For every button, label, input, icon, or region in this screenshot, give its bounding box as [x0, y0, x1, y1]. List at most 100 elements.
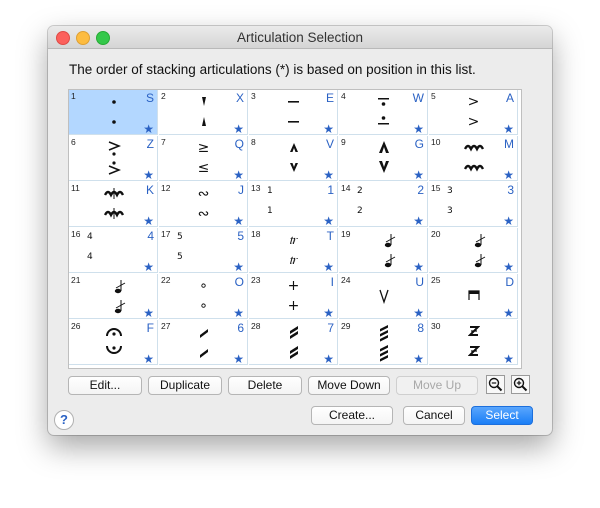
marcato-large-symbol	[339, 140, 427, 158]
stacking-star-icon: ★	[503, 352, 514, 365]
articulation-cell[interactable]: 20 ★	[429, 228, 518, 273]
trill-tr-symbol: 𝆖	[289, 232, 298, 248]
articulation-cell[interactable]: 4 W ★	[339, 90, 428, 135]
stacking-star-icon: ★	[323, 122, 334, 135]
articulation-cell[interactable]: 21 ★	[69, 274, 158, 319]
articulation-cell[interactable]: 15 3 3 3 ★	[429, 182, 518, 227]
stacking-star-icon: ★	[143, 122, 154, 135]
articulation-cell[interactable]: 12 J ∾ ∾ ★	[159, 182, 248, 227]
stacking-star-icon: ★	[143, 260, 154, 273]
articulation-cell[interactable]: 25 D ★	[429, 274, 518, 319]
stacking-star-icon: ★	[503, 260, 514, 273]
mordent-symbol	[69, 186, 157, 204]
tenuto-staccato-symbol	[339, 94, 427, 112]
stacking-star-icon: ★	[233, 168, 244, 181]
stacking-star-icon: ★	[323, 168, 334, 181]
stacking-star-icon: ★	[503, 122, 514, 135]
accent-symbol: >	[467, 94, 480, 110]
edit-button[interactable]: Edit...	[68, 376, 142, 395]
articulation-cell[interactable]: 6 Z ★	[69, 136, 158, 181]
trill-squiggle-symbol	[429, 140, 517, 158]
articulation-number: 14	[341, 183, 351, 193]
stacking-star-icon: ★	[413, 214, 424, 227]
articulation-cell[interactable]: 8 V ★	[249, 136, 338, 181]
marcato-small-symbol	[249, 140, 337, 158]
articulation-cell[interactable]: 7 Q ≥ ≤ ★	[159, 136, 248, 181]
stacking-star-icon: ★	[503, 306, 514, 319]
accent-tenuto-symbol: ≥	[197, 140, 210, 156]
articulation-selection-dialog: Articulation Selection The order of stac…	[48, 26, 552, 435]
articulation-cell[interactable]: 17 5 5 5 ★	[159, 228, 248, 273]
articulation-cell[interactable]: 1 S ★	[69, 90, 158, 135]
grace-note-symbol	[435, 232, 517, 250]
buzz-z-symbol	[429, 324, 517, 342]
stacking-star-icon: ★	[323, 352, 334, 365]
stacking-star-icon: ★	[143, 214, 154, 227]
tremolo-1-symbol	[159, 324, 247, 342]
tremolo-3-symbol	[339, 324, 427, 342]
move-down-button[interactable]: Move Down	[308, 376, 390, 395]
stacking-star-icon: ★	[143, 306, 154, 319]
articulation-cell[interactable]: 18 T 𝆖 𝆖 ★	[249, 228, 338, 273]
articulation-cell[interactable]: 10 M ★	[429, 136, 518, 181]
fingering-5-symbol: 5	[177, 232, 183, 242]
harmonic-circle-symbol: ∘	[199, 278, 208, 294]
articulation-number: 17	[161, 229, 171, 239]
articulation-cell[interactable]: 16 4 4 4 ★	[69, 228, 158, 273]
stacking-star-icon: ★	[233, 214, 244, 227]
stacking-star-icon: ★	[143, 352, 154, 365]
stacking-star-icon: ★	[233, 122, 244, 135]
articulation-cell[interactable]: 3 E ★	[249, 90, 338, 135]
delete-button[interactable]: Delete	[228, 376, 302, 395]
up-bow-symbol	[339, 288, 427, 306]
articulation-cell[interactable]: 26 F ★	[69, 320, 158, 365]
articulation-cell[interactable]: 9 G ★	[339, 136, 428, 181]
articulation-cell[interactable]: 11 K ★	[69, 182, 158, 227]
stacking-star-icon: ★	[233, 352, 244, 365]
articulation-cell[interactable]: 24 U ★	[339, 274, 428, 319]
create-button[interactable]: Create...	[311, 406, 393, 425]
articulation-cell[interactable]: 22 O ∘ ∘ ★	[159, 274, 248, 319]
articulation-cell[interactable]: 2 X ★	[159, 90, 248, 135]
fingering-1-symbol: 1	[267, 186, 273, 196]
accent-staccato-symbol	[69, 140, 157, 158]
zoom-out-button[interactable]	[486, 375, 505, 394]
stacking-star-icon: ★	[503, 168, 514, 181]
fingering-2-symbol: 2	[357, 186, 363, 196]
articulation-cell[interactable]: 19 ★	[339, 228, 428, 273]
articulation-number: 13	[251, 183, 261, 193]
help-button[interactable]: ?	[54, 410, 74, 430]
stacking-star-icon: ★	[413, 306, 424, 319]
articulation-grid: 1 S ★ 2 X ★ 3 E ★ 4 W ★ 5 A > > ★ 6 Z ★ 7 Q ≥ ≤ ★ 8 V ★ 9 G ★ 10 M ★ 11 K ★ 1…	[68, 89, 522, 369]
window-title: Articulation Selection	[236, 30, 364, 45]
duplicate-button[interactable]: Duplicate	[148, 376, 222, 395]
down-bow-symbol	[429, 288, 517, 306]
stacking-star-icon: ★	[413, 352, 424, 365]
articulation-number: 15	[431, 183, 441, 193]
articulation-cell[interactable]: 29 8 ★	[339, 320, 428, 365]
zoom-in-button[interactable]	[511, 375, 530, 394]
articulation-cell[interactable]: 5 A > > ★	[429, 90, 518, 135]
stacking-star-icon: ★	[143, 168, 154, 181]
turn-symbol: ∾	[197, 186, 210, 202]
move-up-button[interactable]: Move Up	[396, 376, 478, 395]
articulation-cell[interactable]: 28 7 ★	[249, 320, 338, 365]
plus-stopped-symbol: +	[287, 278, 300, 294]
articulation-cell[interactable]: 27 6 ★	[159, 320, 248, 365]
title-bar: Articulation Selection	[48, 26, 552, 49]
articulation-cell[interactable]: 23 I + + ★	[249, 274, 338, 319]
articulation-cell[interactable]: 30 ★	[429, 320, 518, 365]
articulation-cell[interactable]: 13 1 1 1 ★	[249, 182, 338, 227]
select-button[interactable]: Select	[471, 406, 533, 425]
stacking-star-icon: ★	[413, 260, 424, 273]
cancel-button[interactable]: Cancel	[403, 406, 465, 425]
articulation-cell[interactable]: 14 2 2 2 ★	[339, 182, 428, 227]
fermata-symbol	[69, 324, 157, 342]
stacking-star-icon: ★	[413, 168, 424, 181]
stacking-star-icon: ★	[413, 122, 424, 135]
grace-note-symbol	[75, 278, 157, 296]
stacking-star-icon: ★	[503, 214, 514, 227]
stacking-star-icon: ★	[233, 260, 244, 273]
grace-note-symbol	[345, 232, 427, 250]
fingering-4-symbol: 4	[87, 232, 93, 242]
